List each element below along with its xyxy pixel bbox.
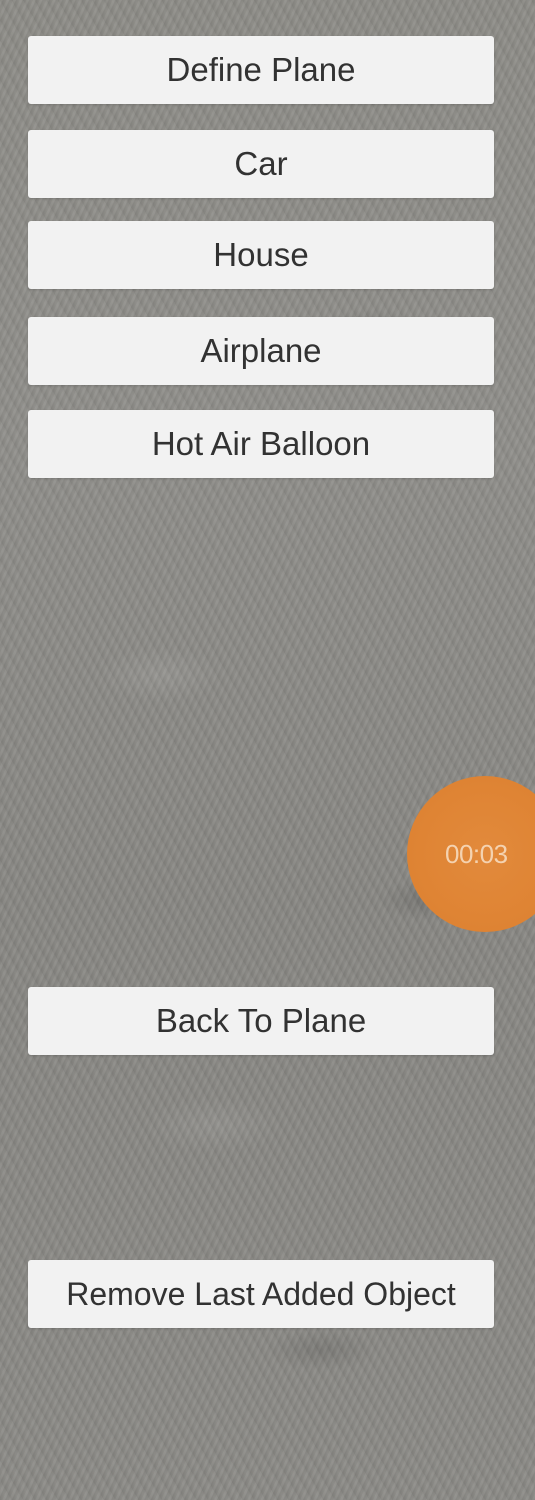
airplane-button[interactable]: Airplane xyxy=(28,317,494,385)
hot-air-balloon-button[interactable]: Hot Air Balloon xyxy=(28,410,494,478)
remove-last-object-button[interactable]: Remove Last Added Object xyxy=(28,1260,494,1328)
house-button[interactable]: House xyxy=(28,221,494,289)
ar-screen: Define Plane Car House Airplane Hot Air … xyxy=(0,0,535,1500)
car-button[interactable]: Car xyxy=(28,130,494,198)
define-plane-button[interactable]: Define Plane xyxy=(28,36,494,104)
recording-timer: 00:03 xyxy=(445,838,508,869)
back-to-plane-button[interactable]: Back To Plane xyxy=(28,987,494,1055)
